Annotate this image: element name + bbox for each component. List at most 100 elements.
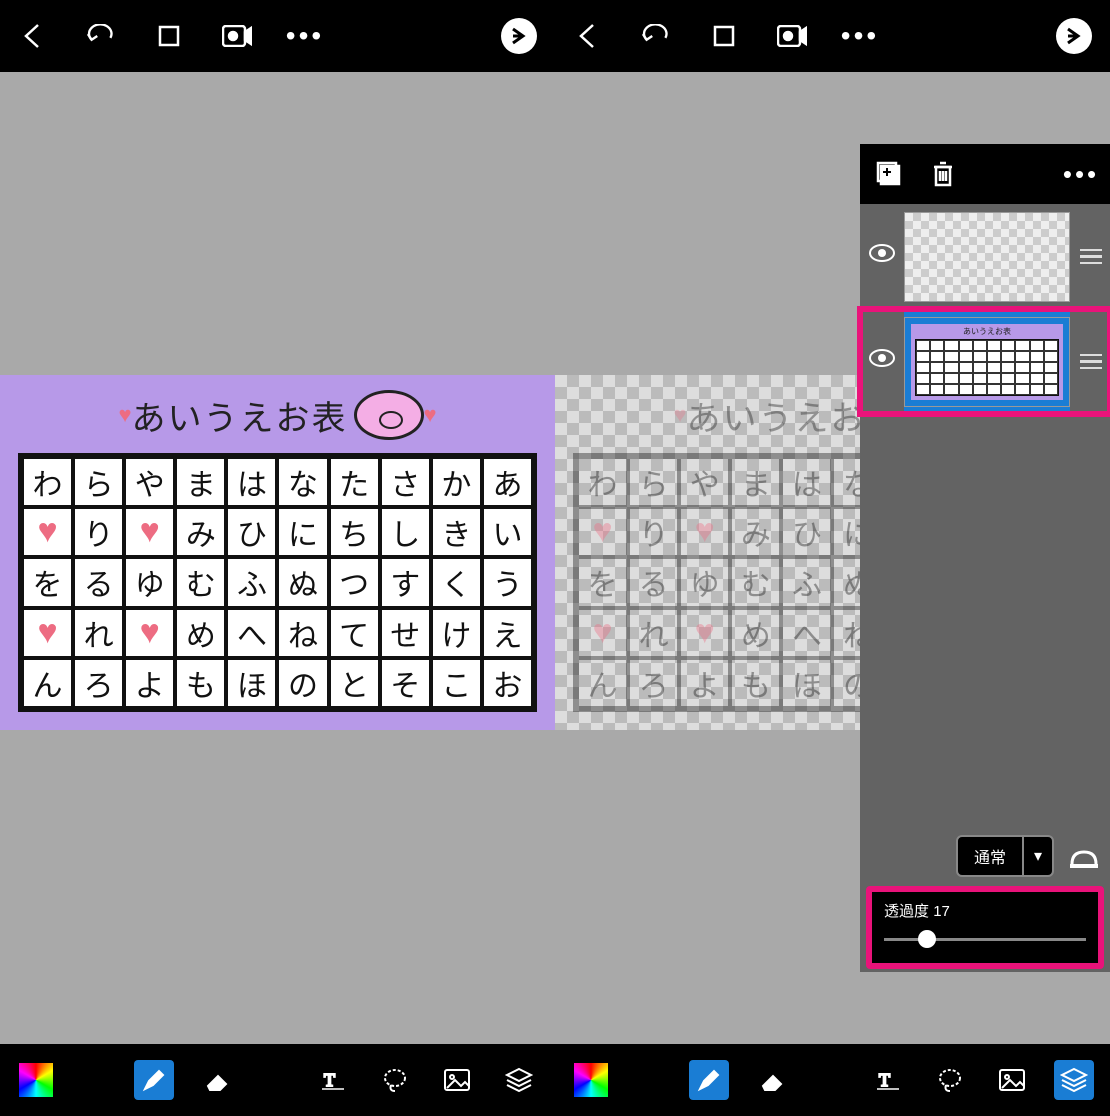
image-icon[interactable] (992, 1060, 1032, 1100)
layer-drag-handle[interactable] (1078, 354, 1104, 370)
chart-cell: ふ (781, 557, 832, 607)
chart-cell: ら (73, 457, 124, 507)
chart-cell: し (380, 507, 431, 557)
chart-cell: む (175, 557, 226, 607)
blend-opacity-panel: 通常 ▾ 透過度 17 (860, 832, 1110, 972)
opacity-slider[interactable] (884, 929, 1086, 949)
chart-cell: わ (22, 457, 73, 507)
canvas-left[interactable]: ♥ あいうえお表 ♥ わらやまはなたさかあ♥り♥みひにちしきいをるゆむふぬつすく… (0, 72, 555, 1044)
layers-icon[interactable] (499, 1060, 539, 1100)
text-tool-icon[interactable]: T (868, 1060, 908, 1100)
chart-cell: て (329, 608, 380, 658)
chart-cell: を (22, 557, 73, 607)
chevron-down-icon[interactable]: ▾ (1022, 837, 1052, 875)
chart-cell: ♥ (22, 608, 73, 658)
undo-icon[interactable] (86, 21, 116, 51)
chart-cell: れ (73, 608, 124, 658)
chart-cell: ♥ (679, 507, 730, 557)
layer-item-empty[interactable] (860, 204, 1110, 309)
chart-cell: は (781, 457, 832, 507)
color-picker-icon[interactable] (16, 1060, 56, 1100)
chart-cell: ゆ (124, 557, 175, 607)
chart-cell: や (124, 457, 175, 507)
chart-cell: わ (577, 457, 628, 507)
chart-cell: よ (124, 658, 175, 708)
add-layer-icon[interactable] (874, 159, 904, 189)
chart-cell: む (730, 557, 781, 607)
opacity-control: 透過度 17 (866, 886, 1104, 969)
layers-icon[interactable] (1054, 1060, 1094, 1100)
chart-cell: ♥ (124, 507, 175, 557)
camera-icon[interactable] (222, 21, 252, 51)
chart-cell: ろ (628, 658, 679, 708)
back-icon[interactable] (573, 21, 603, 51)
bottombar-right: T (555, 1044, 1110, 1116)
chart-cell: め (175, 608, 226, 658)
chart-cell: も (730, 658, 781, 708)
chart-cell: れ (628, 608, 679, 658)
chart-cell: す (380, 557, 431, 607)
next-button[interactable] (1056, 18, 1092, 54)
crop-icon[interactable] (709, 21, 739, 51)
chart-cell: ♥ (577, 608, 628, 658)
layer-drag-handle[interactable] (1078, 249, 1104, 265)
heart-decoration-icon: ♥ (424, 402, 437, 428)
eraser-icon[interactable] (196, 1060, 236, 1100)
eraser-icon[interactable] (751, 1060, 791, 1100)
chart-cell: か (431, 457, 482, 507)
chart-cell: ほ (781, 658, 832, 708)
chart-cell: な (277, 457, 328, 507)
brush-icon[interactable] (134, 1060, 174, 1100)
chart-cell: ま (730, 457, 781, 507)
chart-cell: い (482, 507, 533, 557)
brush-icon[interactable] (689, 1060, 729, 1100)
chart-cell: ♥ (577, 507, 628, 557)
chart-cell: に (277, 507, 328, 557)
back-icon[interactable] (18, 21, 48, 51)
layer-item-chart[interactable]: あいうえお表 (860, 309, 1110, 414)
chart-cell: ♥ (22, 507, 73, 557)
next-button[interactable] (501, 18, 537, 54)
topbar-left: ••• (0, 0, 555, 72)
chart-cell: み (175, 507, 226, 557)
layer-visibility-icon[interactable] (868, 243, 896, 271)
chart-cell: つ (329, 557, 380, 607)
chart-cell: も (175, 658, 226, 708)
chart-cell: た (329, 457, 380, 507)
chart-cell: ♥ (124, 608, 175, 658)
layer-visibility-icon[interactable] (868, 348, 896, 376)
text-tool-icon[interactable]: T (313, 1060, 353, 1100)
hiragana-chart: ♥ あいうえお表 ♥ わらやまはなたさかあ♥り♥みひにちしきいをるゆむふぬつすく… (0, 375, 555, 730)
chart-title: あいうえお表 (132, 391, 348, 440)
lasso-icon[interactable] (930, 1060, 970, 1100)
crop-icon[interactable] (154, 21, 184, 51)
chart-cell: ろ (73, 658, 124, 708)
chart-cell: せ (380, 608, 431, 658)
layer-thumbnail (904, 212, 1070, 302)
chart-cell: こ (431, 658, 482, 708)
blend-mode-label: 通常 (958, 844, 1022, 868)
chart-cell: よ (679, 658, 730, 708)
heart-decoration-icon: ♥ (118, 402, 131, 428)
lasso-icon[interactable] (375, 1060, 415, 1100)
svg-text:T: T (324, 1070, 335, 1090)
blend-mode-select[interactable]: 通常 ▾ (956, 835, 1054, 877)
more-icon[interactable]: ••• (290, 21, 320, 51)
chart-cell: の (277, 658, 328, 708)
undo-icon[interactable] (641, 21, 671, 51)
canvas-right[interactable]: ♥ あいうえお表 ♥ わらやまはなたさかあ♥り♥みひにちしきいをるゆむふぬつすく… (555, 72, 1110, 1044)
chart-cell: け (431, 608, 482, 658)
layer-more-icon[interactable]: ••• (1066, 159, 1096, 189)
chart-cell: ぬ (277, 557, 328, 607)
chart-cell: を (577, 557, 628, 607)
chart-cell: ね (277, 608, 328, 658)
camera-icon[interactable] (777, 21, 807, 51)
topbar-right: ••• (555, 0, 1110, 72)
more-icon[interactable]: ••• (845, 21, 875, 51)
svg-text:T: T (879, 1070, 890, 1090)
color-picker-icon[interactable] (571, 1060, 611, 1100)
clipping-mask-icon[interactable] (1064, 836, 1104, 876)
trash-icon[interactable] (928, 159, 958, 189)
opacity-label: 透過度 17 (884, 900, 1086, 921)
image-icon[interactable] (437, 1060, 477, 1100)
